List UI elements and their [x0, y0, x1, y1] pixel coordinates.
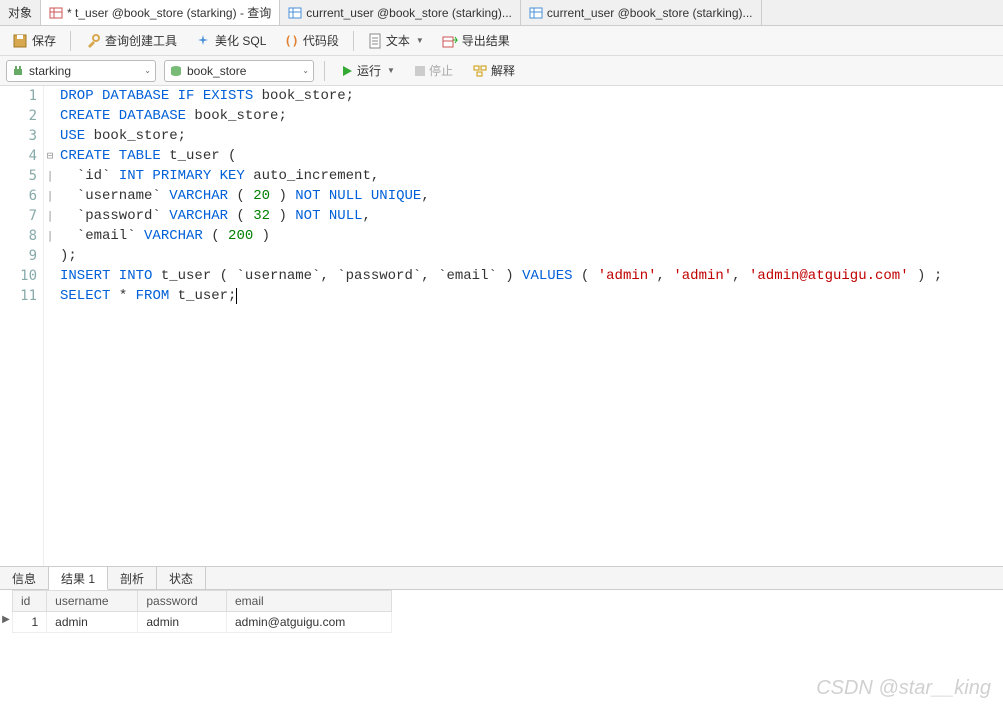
query-builder-button[interactable]: 查询创建工具: [79, 30, 183, 51]
row-indicator: ▶: [0, 590, 12, 625]
plug-icon: [11, 64, 25, 78]
connection-select[interactable]: starking ⌄: [6, 60, 156, 82]
tab-query-2[interactable]: current_user @book_store (starking)...: [521, 0, 762, 25]
tab-objects[interactable]: 对象: [0, 0, 41, 25]
col-username[interactable]: username: [47, 591, 138, 612]
database-icon: [169, 64, 183, 78]
explain-icon: [473, 65, 487, 77]
separator: [324, 61, 325, 81]
play-icon: [341, 65, 353, 77]
document-tabs: 对象 * t_user @book_store (starking) - 查询 …: [0, 0, 1003, 26]
main-toolbar: 保存 查询创建工具 美化 SQL () 代码段 文本 ▼ 导出结果: [0, 26, 1003, 56]
export-button[interactable]: 导出结果: [436, 30, 516, 51]
connection-toolbar: starking ⌄ book_store ⌄ 运行 ▼ 停止 解释: [0, 56, 1003, 86]
tab-query-0[interactable]: * t_user @book_store (starking) - 查询: [41, 0, 280, 25]
tab-result-1[interactable]: 结果 1: [49, 567, 108, 590]
table-icon: [529, 6, 543, 20]
watermark: CSDN @star__king: [816, 677, 991, 700]
separator: [70, 31, 71, 51]
table-icon: [49, 6, 63, 20]
code-area[interactable]: DROP DATABASE IF EXISTS book_store;CREAT…: [56, 86, 1003, 566]
save-button[interactable]: 保存: [6, 30, 62, 51]
result-panel: ▶ idusernamepasswordemail 1adminadminadm…: [0, 590, 1003, 633]
text-button[interactable]: 文本 ▼: [362, 30, 430, 51]
stop-button[interactable]: 停止: [409, 60, 459, 81]
separator: [353, 31, 354, 51]
fold-column: ⊟||||: [44, 86, 56, 566]
line-gutter: 1234567891011: [0, 86, 44, 566]
table-row[interactable]: 1adminadminadmin@atguigu.com: [13, 612, 392, 633]
run-button[interactable]: 运行 ▼: [335, 60, 401, 81]
stop-icon: [415, 66, 425, 76]
beautify-sql-button[interactable]: 美化 SQL: [189, 30, 272, 51]
result-table[interactable]: idusernamepasswordemail 1adminadminadmin…: [12, 590, 392, 633]
database-select[interactable]: book_store ⌄: [164, 60, 314, 82]
tab-query-1[interactable]: current_user @book_store (starking)...: [280, 0, 521, 25]
sql-editor[interactable]: 1234567891011 ⊟|||| DROP DATABASE IF EXI…: [0, 86, 1003, 566]
explain-button[interactable]: 解释: [467, 60, 521, 81]
result-tabs: 信息 结果 1 剖析 状态: [0, 566, 1003, 590]
snippet-button[interactable]: () 代码段: [278, 30, 344, 51]
table-icon: [288, 6, 302, 20]
col-password[interactable]: password: [138, 591, 227, 612]
sparkle-icon: [195, 33, 211, 49]
tab-status[interactable]: 状态: [157, 567, 206, 589]
tools-icon: [85, 33, 101, 49]
tab-info[interactable]: 信息: [0, 567, 49, 589]
tab-profile[interactable]: 剖析: [108, 567, 157, 589]
save-icon: [12, 33, 28, 49]
col-email[interactable]: email: [227, 591, 392, 612]
chevron-down-icon: ▼: [387, 66, 395, 75]
document-icon: [368, 33, 382, 49]
chevron-down-icon: ⌄: [144, 66, 151, 75]
chevron-down-icon: ▼: [416, 36, 424, 45]
code-icon: (): [284, 34, 298, 48]
export-icon: [442, 34, 458, 48]
chevron-down-icon: ⌄: [302, 66, 309, 75]
col-id[interactable]: id: [13, 591, 47, 612]
